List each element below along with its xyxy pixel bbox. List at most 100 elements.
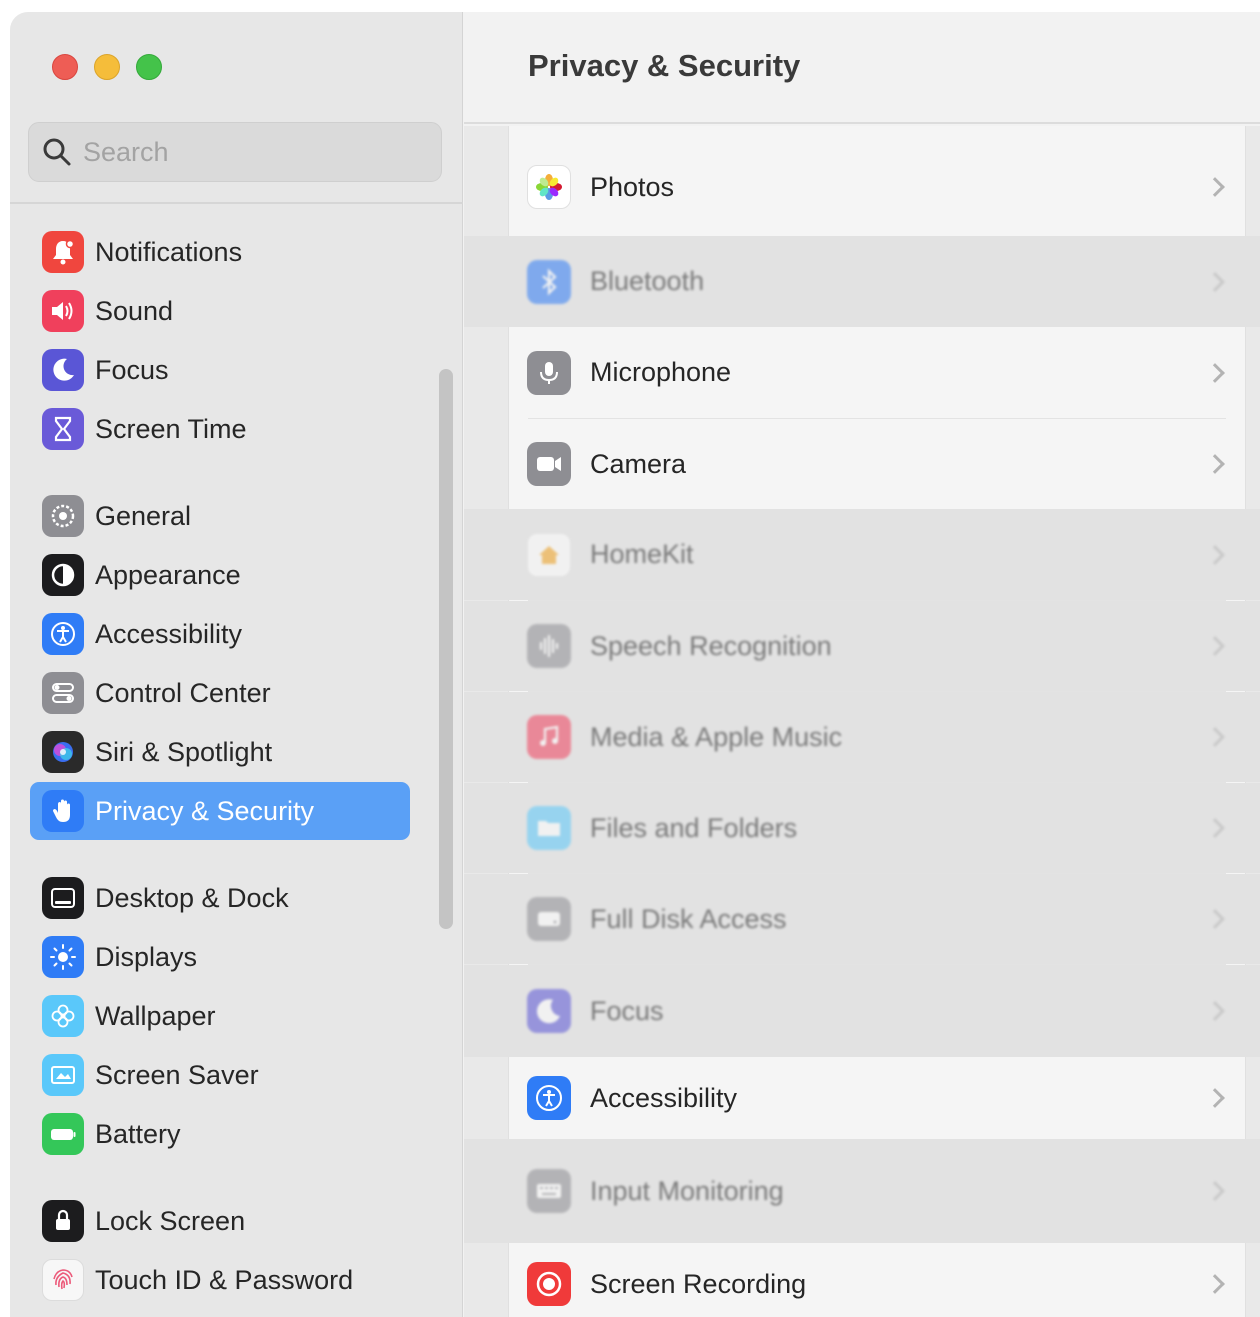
sidebar-item-label: Displays bbox=[95, 941, 198, 972]
sidebar-item-label: Notifications bbox=[95, 236, 243, 267]
siri-icon bbox=[42, 731, 84, 773]
battery-icon bbox=[42, 1113, 84, 1155]
sidebar-item-privacy-security[interactable]: Privacy & Security bbox=[30, 782, 410, 840]
bell-icon bbox=[42, 231, 84, 273]
search-input[interactable] bbox=[83, 136, 423, 168]
privacy-row-camera[interactable]: Camera bbox=[464, 419, 1260, 509]
sidebar-item-appearance[interactable]: Appearance bbox=[30, 546, 410, 604]
sidebar-item-control-center[interactable]: Control Center bbox=[30, 664, 410, 722]
main-header: Privacy & Security bbox=[464, 12, 1260, 124]
gear-icon bbox=[42, 495, 84, 537]
chevron-right-icon bbox=[1205, 454, 1225, 474]
fingerprint-icon bbox=[42, 1259, 84, 1301]
sidebar-item-displays[interactable]: Displays bbox=[30, 928, 410, 986]
sidebar-item-general[interactable]: General bbox=[30, 487, 410, 545]
row-label: Full Disk Access bbox=[590, 903, 787, 934]
sidebar-item-label: Siri & Spotlight bbox=[95, 736, 273, 767]
sidebar-item-label: Desktop & Dock bbox=[95, 882, 289, 913]
privacy-row-focus[interactable]: Focus bbox=[464, 965, 1260, 1057]
privacy-row-full-disk-access[interactable]: Full Disk Access bbox=[464, 874, 1260, 964]
privacy-row-media-apple-music[interactable]: Media & Apple Music bbox=[464, 692, 1260, 782]
row-label: Files and Folders bbox=[590, 812, 798, 843]
sidebar-divider bbox=[10, 202, 463, 204]
sidebar-item-sound[interactable]: Sound bbox=[30, 282, 410, 340]
chevron-right-icon bbox=[1205, 909, 1225, 929]
sidebar-item-wallpaper[interactable]: Wallpaper bbox=[30, 987, 410, 1045]
row-label: Screen Recording bbox=[590, 1268, 807, 1299]
moon-icon bbox=[42, 349, 84, 391]
row-label: Photos bbox=[590, 171, 675, 202]
row-label: Bluetooth bbox=[590, 266, 705, 296]
sidebar-item-label: Appearance bbox=[95, 559, 241, 590]
privacy-row-screen-recording[interactable]: Screen Recording bbox=[464, 1243, 1260, 1317]
sidebar-item-battery[interactable]: Battery bbox=[30, 1105, 410, 1163]
settings-window: Notifications Sound Focus bbox=[10, 12, 1260, 1317]
screensaver-icon bbox=[42, 1054, 84, 1096]
close-button[interactable] bbox=[52, 54, 78, 80]
music-icon bbox=[527, 715, 571, 759]
privacy-row-accessibility[interactable]: Accessibility bbox=[464, 1057, 1260, 1139]
bluetooth-icon bbox=[527, 259, 571, 304]
search-icon bbox=[43, 138, 71, 166]
sidebar-item-siri-spotlight[interactable]: Siri & Spotlight bbox=[30, 723, 410, 781]
main-pane: Privacy & Security Photos Bluetooth Micr… bbox=[464, 12, 1260, 1317]
sidebar-item-label: Wallpaper bbox=[95, 1000, 216, 1031]
row-label: Speech Recognition bbox=[590, 630, 832, 661]
chevron-right-icon bbox=[1205, 818, 1225, 838]
privacy-row-microphone[interactable]: Microphone bbox=[464, 327, 1260, 418]
sidebar-item-lock-screen[interactable]: Lock Screen bbox=[30, 1192, 410, 1250]
sidebar-scrollbar[interactable] bbox=[439, 369, 453, 929]
privacy-row-bluetooth[interactable]: Bluetooth bbox=[464, 236, 1260, 327]
maximize-button[interactable] bbox=[136, 54, 162, 80]
minimize-button[interactable] bbox=[94, 54, 120, 80]
search-field[interactable] bbox=[28, 122, 442, 182]
chevron-right-icon bbox=[1205, 636, 1225, 656]
sun-icon bbox=[42, 936, 84, 978]
keyboard-icon bbox=[527, 1169, 571, 1213]
sidebar-item-accessibility[interactable]: Accessibility bbox=[30, 605, 410, 663]
row-label: Camera bbox=[590, 448, 687, 479]
row-label: HomeKit bbox=[590, 539, 694, 569]
sidebar-item-notifications[interactable]: Notifications bbox=[30, 223, 410, 281]
sidebar-item-label: Privacy & Security bbox=[95, 795, 315, 826]
chevron-right-icon bbox=[1205, 362, 1225, 383]
sidebar-item-label: Touch ID & Password bbox=[95, 1264, 354, 1295]
sidebar-item-label: Battery bbox=[95, 1118, 181, 1149]
accessibility-icon bbox=[527, 1076, 571, 1120]
row-label: Accessibility bbox=[590, 1082, 738, 1113]
sidebar-item-label: Screen Time bbox=[95, 413, 247, 444]
waveform-icon bbox=[527, 624, 571, 668]
privacy-row-speech-recognition[interactable]: Speech Recognition bbox=[464, 601, 1260, 691]
record-icon bbox=[527, 1262, 571, 1306]
sidebar-item-label: Screen Saver bbox=[95, 1059, 259, 1090]
privacy-list-area: Photos Bluetooth Microphone Camera HomeK… bbox=[464, 126, 1260, 1317]
camera-icon bbox=[527, 442, 571, 486]
sidebar-item-touch-id-password[interactable]: Touch ID & Password bbox=[30, 1251, 410, 1309]
sidebar-item-label: Control Center bbox=[95, 677, 271, 708]
chevron-right-icon bbox=[1205, 271, 1225, 292]
chevron-right-icon bbox=[1205, 177, 1225, 197]
page-title: Privacy & Security bbox=[528, 48, 801, 83]
sidebar-item-desktop-dock[interactable]: Desktop & Dock bbox=[30, 869, 410, 927]
privacy-row-homekit[interactable]: HomeKit bbox=[464, 509, 1260, 600]
sidebar: Notifications Sound Focus bbox=[10, 12, 463, 1317]
chevron-right-icon bbox=[1205, 1181, 1225, 1201]
photos-icon bbox=[527, 165, 571, 209]
hourglass-icon bbox=[42, 408, 84, 450]
privacy-row-input-monitoring[interactable]: Input Monitoring bbox=[464, 1139, 1260, 1243]
home-icon bbox=[527, 532, 571, 577]
speaker-icon bbox=[42, 290, 84, 332]
hand-icon bbox=[42, 790, 84, 832]
sidebar-item-screen-time[interactable]: Screen Time bbox=[30, 400, 410, 458]
sidebar-item-screen-saver[interactable]: Screen Saver bbox=[30, 1046, 410, 1104]
dock-icon bbox=[42, 877, 84, 919]
row-label: Media & Apple Music bbox=[590, 721, 843, 752]
privacy-row-files-folders[interactable]: Files and Folders bbox=[464, 783, 1260, 873]
row-label: Input Monitoring bbox=[590, 1175, 784, 1206]
control-center-icon bbox=[42, 672, 84, 714]
sidebar-item-focus[interactable]: Focus bbox=[30, 341, 410, 399]
sidebar-item-label: General bbox=[95, 500, 192, 531]
row-label: Focus bbox=[590, 995, 664, 1026]
privacy-row-photos[interactable]: Photos bbox=[464, 138, 1260, 236]
chevron-right-icon bbox=[1205, 1001, 1225, 1021]
